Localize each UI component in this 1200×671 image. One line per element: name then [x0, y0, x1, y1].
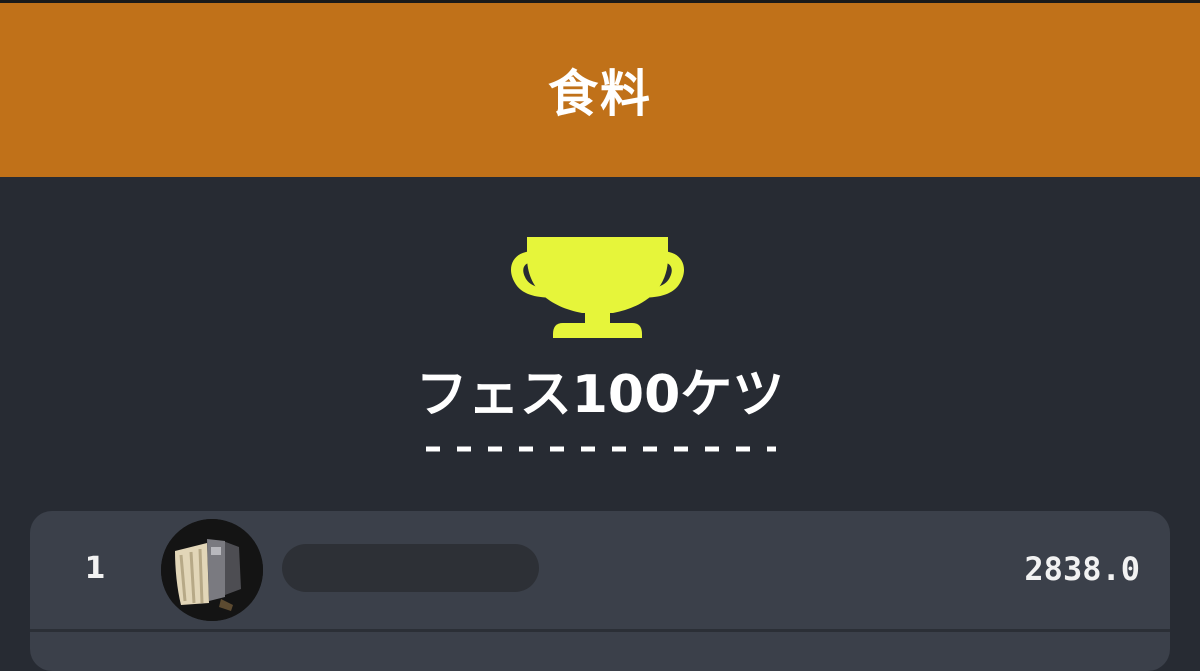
- gear-pack-avatar: [161, 519, 263, 621]
- ranking-row[interactable]: 1 2838.0: [30, 511, 1170, 629]
- score-value: 2838.0: [1024, 550, 1140, 588]
- row-divider: [30, 629, 1170, 632]
- player-name: [282, 544, 539, 592]
- player-avatar[interactable]: [161, 519, 263, 621]
- dashed-divider: [426, 446, 776, 452]
- ranking-card: 1 2838.0: [30, 511, 1170, 671]
- header-title: 食料: [548, 65, 652, 123]
- trophy-icon: [510, 237, 685, 338]
- rank-number: 1: [84, 551, 106, 586]
- award-title: フェス100ケツ: [415, 365, 785, 425]
- header-bar: 食料: [0, 3, 1200, 177]
